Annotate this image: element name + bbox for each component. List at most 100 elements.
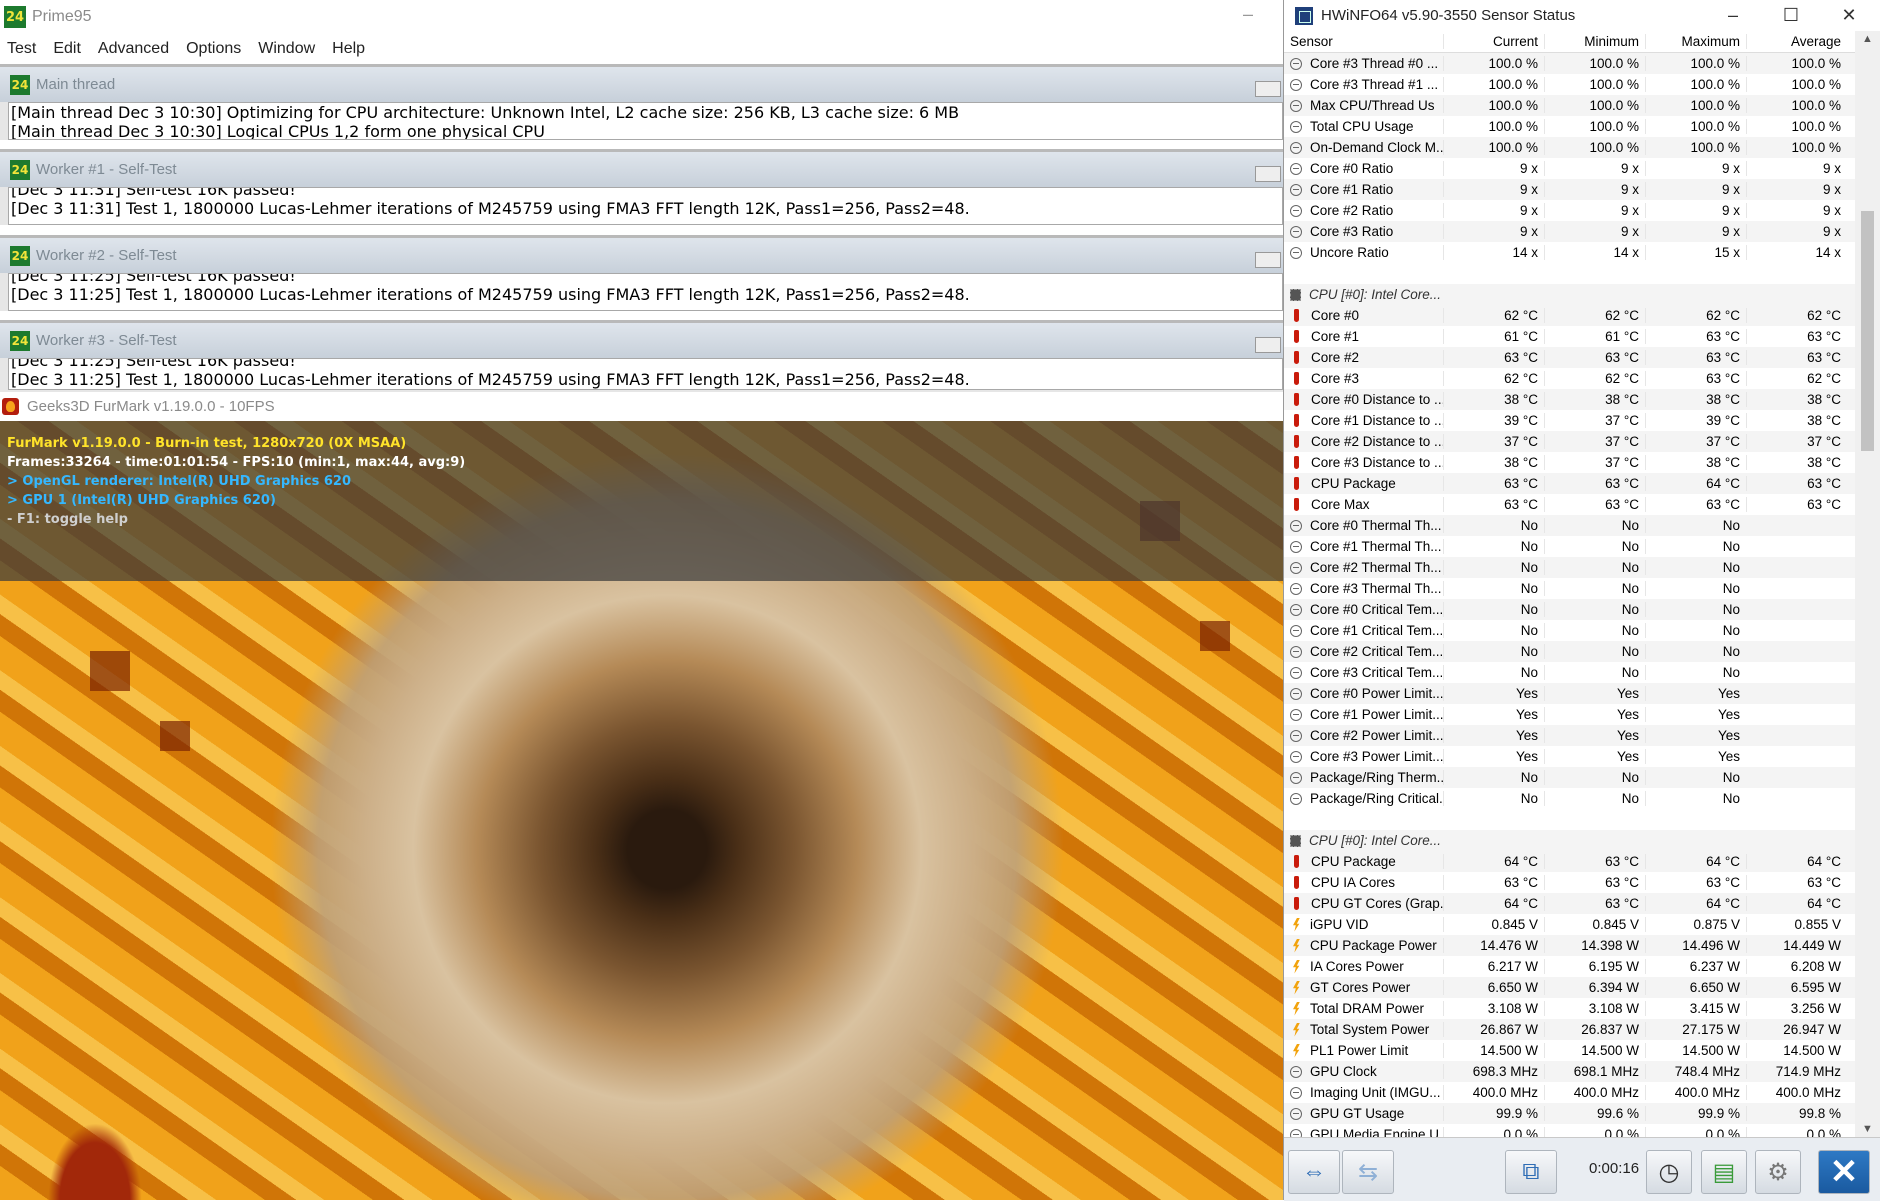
sensor-name: Core #0 Thermal Th... [1310, 518, 1442, 533]
pane-log[interactable]: [Main thread Dec 3 10:30] Optimizing for… [8, 102, 1283, 140]
pane-log[interactable]: [Dec 3 11:25] Self-test 16K passed! [Dec… [8, 358, 1283, 390]
close-icon[interactable]: ✕ [1820, 0, 1878, 31]
sensor-row[interactable]: Max CPU/Thread Us 100.0 % 100.0 % 100.0 % 10… [1284, 95, 1856, 116]
column-header-minimum[interactable]: Minimum [1544, 34, 1645, 49]
sensor-row[interactable]: CPU Package 64 °C 63 °C 64 °C 64 °C [1284, 851, 1856, 872]
sensor-row[interactable]: CPU GT Cores (Grap... 64 °C 63 °C 64 °C 64 °… [1284, 893, 1856, 914]
sensor-row[interactable]: Core #2 Critical Tem... No No No [1284, 641, 1856, 662]
sensor-row[interactable]: Core #0 Ratio 9 x9 x9 x9 x [1284, 158, 1856, 179]
sensor-row[interactable]: Core #3 Critical Tem... No No No [1284, 662, 1856, 683]
sensor-row[interactable]: On-Demand Clock M... 100.0 % 100.0 % 100.0 … [1284, 137, 1856, 158]
worker1-pane[interactable]: 24 Worker #1 - Self-Test [Dec 3 11:31] S… [0, 149, 1283, 225]
reset-clock-button[interactable]: ◷ [1646, 1150, 1692, 1194]
sensor-row[interactable]: Core #1 61 °C 61 °C 63 °C 63 °C [1284, 326, 1856, 347]
sensor-row[interactable]: GPU GT Usage 99.9 % 99.6 % 99.9 % 99.8 % [1284, 1103, 1856, 1124]
sensor-row[interactable]: Core #3 Distance to ... 38 °C 37 °C 38 °C 38… [1284, 452, 1856, 473]
sensor-row[interactable]: Core #0 62 °C 62 °C 62 °C 62 °C [1284, 305, 1856, 326]
sensor-row[interactable]: Core #0 Power Limit... Yes Yes Yes [1284, 683, 1856, 704]
sensor-row[interactable]: Core #2 Thermal Th... No No No [1284, 557, 1856, 578]
sensor-row[interactable]: Core #1 Thermal Th... No No No [1284, 536, 1856, 557]
pane-minimize-button[interactable] [1255, 252, 1281, 268]
sensor-row[interactable]: CPU Package Power 14.476 W 14.398 W 14.496 … [1284, 935, 1856, 956]
sensor-row[interactable]: GT Cores Power 6.650 W 6.394 W 6.650 W 6.595… [1284, 977, 1856, 998]
pane-minimize-button[interactable] [1255, 166, 1281, 182]
sensor-row[interactable]: Core Max 63 °C 63 °C 63 °C 63 °C [1284, 494, 1856, 515]
sensor-row[interactable]: Core #3 Thermal Th... No No No [1284, 578, 1856, 599]
network-button[interactable]: ⧉ [1505, 1150, 1557, 1194]
sensor-row[interactable]: Core #0 Critical Tem... No No No [1284, 599, 1856, 620]
worker2-pane[interactable]: 24 Worker #2 - Self-Test [Dec 3 11:25] S… [0, 235, 1283, 311]
pane-titlebar[interactable]: 24 Worker #2 - Self-Test [0, 238, 1283, 273]
logging-button[interactable]: ▤ [1701, 1150, 1747, 1194]
pane-log[interactable]: [Dec 3 11:31] Self-test 16K passed! [Dec… [8, 187, 1283, 225]
sensor-row[interactable]: Total System Power 26.867 W 26.837 W 27.175… [1284, 1019, 1856, 1040]
prime95-titlebar[interactable]: 24 Prime95 – [0, 0, 1283, 34]
vertical-scrollbar[interactable]: ▲ ▼ [1855, 31, 1880, 1137]
sensor-row[interactable]: GPU Media Engine U... 0.0 % 0.0 % 0.0 % 0.0 … [1284, 1124, 1856, 1137]
menu-edit[interactable]: Edit [53, 40, 81, 58]
pane-minimize-button[interactable] [1255, 81, 1281, 97]
menu-help[interactable]: Help [332, 40, 365, 58]
sensor-row[interactable]: Package/Ring Critical... No No No [1284, 788, 1856, 809]
sensor-row[interactable]: Core #1 Power Limit... Yes Yes Yes [1284, 704, 1856, 725]
sensor-row[interactable]: Core #1 Ratio 9 x9 x9 x9 x [1284, 179, 1856, 200]
pane-titlebar[interactable]: 24 Main thread [0, 67, 1283, 102]
sensor-row[interactable]: CPU IA Cores 63 °C 63 °C 63 °C 63 °C [1284, 872, 1856, 893]
sensor-row[interactable]: Core #3 62 °C 62 °C 63 °C 62 °C [1284, 368, 1856, 389]
hwinfo-titlebar[interactable]: HWiNFO64 v5.90-3550 Sensor Status – ☐ ✕ [1284, 0, 1880, 31]
main-thread-pane[interactable]: 24 Main thread [Main thread Dec 3 10:30]… [0, 64, 1283, 140]
sensor-row[interactable]: Core #1 Distance to ... 39 °C 37 °C 39 °C 38… [1284, 410, 1856, 431]
menu-test[interactable]: Test [7, 40, 36, 58]
menu-window[interactable]: Window [258, 40, 315, 58]
column-header-maximum[interactable]: Maximum [1645, 34, 1746, 49]
sensor-group-row[interactable]: CPU [#0]: Intel Core... [1284, 830, 1856, 851]
sensor-row[interactable]: GPU Clock 698.3 MHz 698.1 MHz 748.4 MHz 714.… [1284, 1061, 1856, 1082]
sensor-row[interactable]: Total CPU Usage 100.0 % 100.0 % 100.0 % 100.… [1284, 116, 1856, 137]
worker3-pane[interactable]: 24 Worker #3 - Self-Test [Dec 3 11:25] S… [0, 320, 1283, 392]
menu-options[interactable]: Options [186, 40, 241, 58]
pane-minimize-button[interactable] [1255, 337, 1281, 353]
sensor-row[interactable]: Core #3 Ratio 9 x9 x9 x9 x [1284, 221, 1856, 242]
sensor-row[interactable]: Total DRAM Power 3.108 W 3.108 W 3.415 W 3.2… [1284, 998, 1856, 1019]
sensor-row[interactable]: Core #1 Critical Tem... No No No [1284, 620, 1856, 641]
collapse-arrows-button[interactable]: ⇆ [1342, 1150, 1394, 1194]
sensor-row[interactable]: Uncore Ratio 14 x 14 x 15 x 14 x [1284, 242, 1856, 263]
sensor-group-row[interactable]: CPU [#0]: Intel Core... [1284, 284, 1856, 305]
sensor-row[interactable]: iGPU VID 0.845 V 0.845 V 0.875 V 0.855 V [1284, 914, 1856, 935]
minimize-icon[interactable]: – [1243, 4, 1253, 25]
sensor-row[interactable]: Core #2 Distance to ... 37 °C 37 °C 37 °C 37… [1284, 431, 1856, 452]
pane-titlebar[interactable]: 24 Worker #3 - Self-Test [0, 323, 1283, 358]
pane-titlebar[interactable]: 24 Worker #1 - Self-Test [0, 152, 1283, 187]
sensor-row[interactable]: Core #2 63 °C 63 °C 63 °C 63 °C [1284, 347, 1856, 368]
sensor-row[interactable]: Core #3 Thread #1 ... 100.0 % 100.0 % 100.0… [1284, 74, 1856, 95]
scrollbar-thumb[interactable] [1861, 211, 1874, 451]
sensor-row[interactable]: Core #2 Ratio 9 x9 x9 x9 x [1284, 200, 1856, 221]
sensor-row[interactable]: Package/Ring Therm... No No No [1284, 767, 1856, 788]
sensor-row[interactable]: Imaging Unit (IMGU... 400.0 MHz 400.0 MHz 4… [1284, 1082, 1856, 1103]
furmark-titlebar[interactable]: Geeks3D FurMark v1.19.0.0 - 10FPS [0, 392, 1283, 421]
column-header-sensor[interactable]: Sensor [1284, 34, 1443, 49]
minimum-value: 0.0 % [1544, 1127, 1645, 1137]
sensor-row[interactable]: PL1 Power Limit 14.500 W 14.500 W 14.500 W1… [1284, 1040, 1856, 1061]
scroll-up-icon[interactable]: ▲ [1862, 33, 1873, 45]
column-header-current[interactable]: Current [1443, 34, 1544, 49]
column-header-average[interactable]: Average [1746, 34, 1847, 49]
minimize-icon[interactable]: – [1704, 0, 1762, 31]
expand-arrows-button[interactable]: ⇔ [1288, 1150, 1340, 1194]
sensor-row[interactable]: CPU Package 63 °C 63 °C 64 °C 63 °C [1284, 473, 1856, 494]
sensor-row[interactable]: IA Cores Power 6.217 W 6.195 W 6.237 W 6.208… [1284, 956, 1856, 977]
maximize-icon[interactable]: ☐ [1762, 0, 1820, 31]
sensor-table[interactable]: Sensor Current Minimum Maximum Average C… [1284, 31, 1856, 1137]
sensor-row[interactable]: Core #3 Power Limit... Yes Yes Yes [1284, 746, 1856, 767]
sensor-row[interactable]: Core #0 Distance to ... 38 °C 38 °C 38 °C 38… [1284, 389, 1856, 410]
pane-log[interactable]: [Dec 3 11:25] Self-test 16K passed! [Dec… [8, 273, 1283, 311]
close-sensors-button[interactable]: ✕ [1818, 1150, 1870, 1194]
sensor-row[interactable]: Core #2 Power Limit... Yes Yes Yes [1284, 725, 1856, 746]
maximum-value: 9 x [1645, 224, 1746, 239]
sensor-row[interactable]: Core #3 Thread #0 ... 100.0 % 100.0 % 100.0… [1284, 53, 1856, 74]
scroll-down-icon[interactable]: ▼ [1862, 1123, 1873, 1135]
sensor-row[interactable]: Core #0 Thermal Th... No No No [1284, 515, 1856, 536]
furmark-window[interactable]: Geeks3D FurMark v1.19.0.0 - 10FPS FurMar… [0, 392, 1283, 1200]
menu-advanced[interactable]: Advanced [98, 40, 169, 58]
settings-button[interactable]: ⚙ [1755, 1150, 1801, 1194]
